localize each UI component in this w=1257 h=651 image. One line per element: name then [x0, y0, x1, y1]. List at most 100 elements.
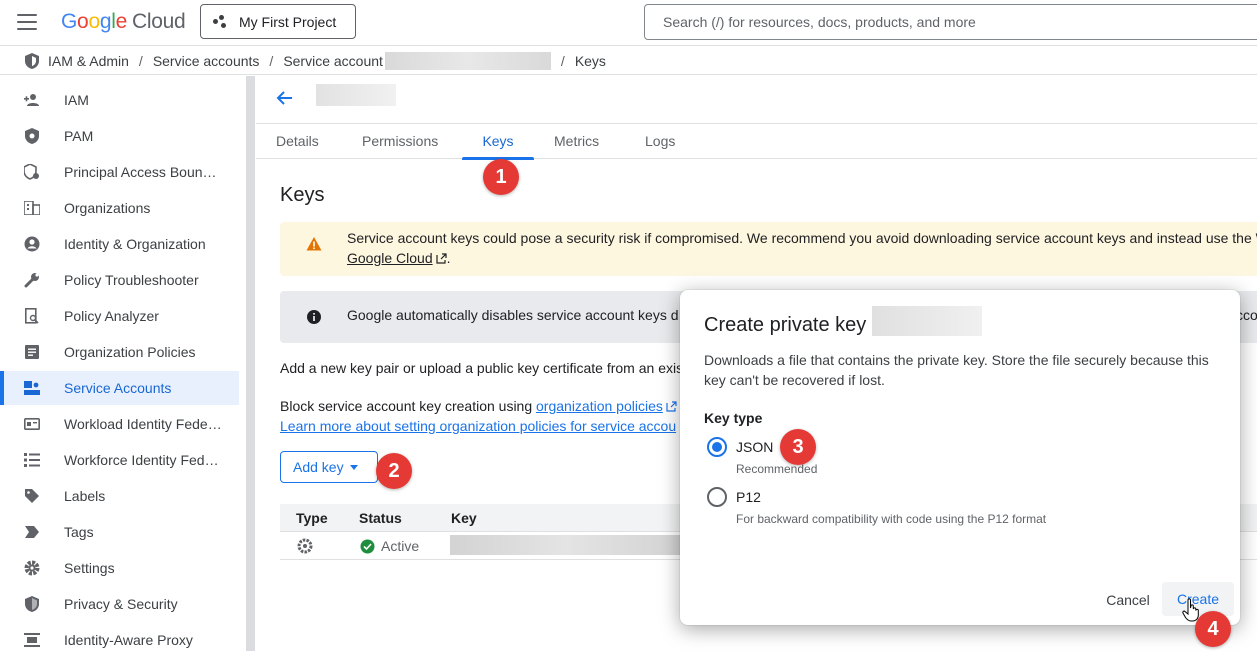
breadcrumb-separator: /	[138, 52, 143, 69]
sidebar-item-principal-access-boundary[interactable]: Principal Access Boun…	[0, 155, 239, 189]
sidebar-item-pam[interactable]: PAM	[0, 119, 239, 153]
breadcrumb: IAM & Admin / Service accounts / Service…	[0, 47, 1257, 75]
callout-badge-1: 1	[483, 159, 519, 195]
cancel-button[interactable]: Cancel	[1094, 588, 1162, 612]
logo-google-text: Google	[61, 10, 127, 33]
shield-icon	[24, 128, 40, 144]
document-search-icon	[24, 308, 40, 324]
block-key-description: Block service account key creation using…	[280, 396, 677, 436]
sidebar-item-label: Service Accounts	[64, 380, 172, 396]
p12-option-sub: For backward compatibility with code usi…	[736, 512, 1047, 526]
logo-letter: o	[77, 10, 89, 33]
p12-radio[interactable]	[707, 487, 727, 507]
sidebar-item-policy-analyzer[interactable]: Policy Analyzer	[0, 299, 239, 333]
sidebar-item-label: Workload Identity Fede…	[64, 416, 222, 432]
proxy-icon	[24, 632, 40, 648]
sidebar-item-label: Settings	[64, 560, 115, 576]
json-option-label[interactable]: JSON	[736, 439, 773, 455]
sidebar-item-label: Principal Access Boun…	[64, 164, 217, 180]
key-type-icon	[297, 538, 313, 554]
breadcrumb-service-account[interactable]: Service account	[283, 53, 383, 69]
sidebar-item-identity-aware-proxy[interactable]: Identity-Aware Proxy	[0, 623, 239, 651]
callout-badge-3: 3	[780, 429, 816, 465]
account-circle-icon	[24, 236, 40, 252]
sidebar-item-label: Tags	[64, 524, 94, 540]
logo-letter: g	[99, 10, 112, 33]
sidebar-item-tags[interactable]: Tags	[0, 515, 239, 549]
tab-metrics[interactable]: Metrics	[554, 124, 599, 158]
p12-option-label[interactable]: P12	[736, 489, 761, 505]
breadcrumb-iam-admin[interactable]: IAM & Admin	[48, 53, 129, 69]
organization-policies-link[interactable]: organization policies	[536, 398, 663, 414]
callout-badge-4: 4	[1195, 611, 1231, 647]
tab-permissions[interactable]: Permissions	[362, 124, 438, 158]
sidebar-item-privacy-security[interactable]: Privacy & Security	[0, 587, 239, 621]
warning-end: .	[446, 250, 451, 266]
list-icon	[24, 452, 40, 468]
sidebar-item-label: Organization Policies	[64, 344, 196, 360]
breadcrumb-service-accounts[interactable]: Service accounts	[153, 53, 260, 69]
breadcrumb-separator: /	[269, 52, 274, 69]
shield-lock-icon	[24, 596, 40, 612]
sidebar-item-identity-organization[interactable]: Identity & Organization	[0, 227, 239, 261]
column-header-type[interactable]: Type	[296, 510, 328, 526]
logo-letter: o	[88, 10, 100, 33]
redacted-key-id	[450, 535, 680, 555]
sidebar-scrollbar[interactable]	[246, 76, 255, 651]
top-bar: Google Cloud My First Project Search (/) …	[0, 0, 1257, 46]
building-icon	[24, 200, 40, 216]
warning-icon	[306, 237, 322, 251]
json-radio[interactable]	[707, 437, 727, 457]
chevron-tag-icon	[24, 524, 40, 540]
sidebar-item-service-accounts[interactable]: Service Accounts	[0, 371, 239, 405]
sidebar-item-organizations[interactable]: Organizations	[0, 191, 239, 225]
block-text: Block service account key creation using	[280, 398, 537, 414]
back-arrow-icon[interactable]	[274, 88, 294, 108]
sidebar-item-iam[interactable]: IAM	[0, 83, 239, 117]
column-header-status[interactable]: Status	[359, 510, 402, 526]
shield-icon	[25, 52, 39, 69]
warning-text: Service account keys could pose a securi…	[347, 228, 1257, 268]
column-header-key[interactable]: Key	[451, 510, 477, 526]
redacted-account-name	[872, 306, 982, 336]
logo-letter: G	[61, 10, 78, 33]
redacted-account-name	[384, 51, 551, 70]
search-input[interactable]: Search (/) for resources, docs, products…	[644, 4, 1257, 40]
sidebar: IAM PAM Principal Access Boun… Organizat…	[0, 76, 246, 651]
id-card-icon	[24, 416, 40, 432]
learn-more-link[interactable]: Learn more about setting organization po…	[280, 418, 676, 434]
tab-keys[interactable]: Keys	[462, 124, 534, 160]
menu-icon[interactable]	[17, 14, 37, 30]
logo-cloud-text: Cloud	[131, 10, 186, 33]
warning-message: Service account keys could pose a securi…	[347, 230, 1257, 246]
sidebar-item-label: Privacy & Security	[64, 596, 178, 612]
sidebar-item-policy-troubleshooter[interactable]: Policy Troubleshooter	[0, 263, 239, 297]
breadcrumb-keys: Keys	[574, 52, 606, 69]
person-add-icon	[24, 92, 40, 108]
breadcrumb-separator: /	[560, 52, 565, 69]
sidebar-item-label: IAM	[64, 92, 89, 108]
sidebar-item-workload-identity[interactable]: Workload Identity Fede…	[0, 407, 239, 441]
google-cloud-logo[interactable]: Google Cloud	[61, 10, 186, 34]
tab-details[interactable]: Details	[276, 124, 319, 158]
google-cloud-link[interactable]: Google Cloud	[347, 250, 433, 266]
sidebar-item-organization-policies[interactable]: Organization Policies	[0, 335, 239, 369]
project-name: My First Project	[239, 13, 337, 30]
info-icon	[307, 310, 321, 324]
redacted-page-title	[316, 84, 396, 106]
callout-badge-2: 2	[376, 453, 412, 489]
info-text: Google automatically disables service ac…	[347, 307, 679, 323]
sidebar-item-workforce-identity[interactable]: Workforce Identity Fed…	[0, 443, 239, 477]
external-link-icon	[666, 401, 677, 412]
add-key-button[interactable]: Add key	[280, 451, 378, 483]
tab-logs[interactable]: Logs	[645, 124, 675, 158]
sidebar-item-settings[interactable]: Settings	[0, 551, 239, 585]
tab-bar: Details Permissions Keys Metrics Logs	[256, 123, 1257, 160]
project-selector-button[interactable]: My First Project	[200, 4, 356, 39]
list-document-icon	[24, 344, 40, 360]
wrench-icon	[24, 272, 40, 288]
key-type-label: Key type	[704, 410, 763, 426]
sidebar-item-labels[interactable]: Labels	[0, 479, 239, 513]
add-key-label: Add key	[293, 459, 344, 475]
logo-letter: e	[115, 10, 128, 33]
